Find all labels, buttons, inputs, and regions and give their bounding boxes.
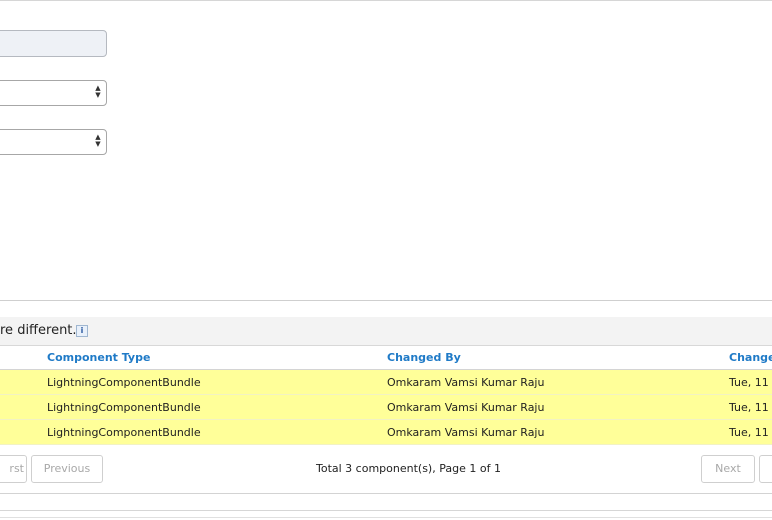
bottom-divider [0, 517, 772, 518]
grid-header: Component Type Changed By Change [0, 346, 772, 370]
cell-changed-by: Omkaram Vamsi Kumar Raju [387, 376, 545, 389]
column-header-changed-on[interactable]: Change [729, 351, 772, 364]
cell-changed-by: Omkaram Vamsi Kumar Raju [387, 401, 545, 414]
previous-page-button[interactable]: Previous [31, 455, 103, 483]
cell-changed-on: Tue, 11 A [729, 426, 772, 439]
first-page-button[interactable]: rst [0, 455, 27, 483]
cell-changed-on: Tue, 11 A [729, 401, 772, 414]
select-field-1[interactable]: ▲ ▼ [0, 80, 107, 106]
cell-changed-on: Tue, 11 A [729, 376, 772, 389]
bottom-divider [0, 510, 772, 511]
cell-changed-by: Omkaram Vamsi Kumar Raju [387, 426, 545, 439]
section-divider [0, 300, 772, 301]
spinner-arrows-icon[interactable]: ▲ ▼ [94, 134, 102, 148]
cell-component-type: LightningComponentBundle [47, 401, 201, 414]
spinner-arrows-icon[interactable]: ▲ ▼ [94, 85, 102, 99]
info-icon[interactable]: i [76, 325, 88, 337]
column-header-component-type[interactable]: Component Type [47, 351, 150, 364]
last-page-button[interactable] [759, 455, 772, 483]
readonly-field [0, 30, 107, 57]
top-divider [0, 0, 772, 1]
cell-component-type: LightningComponentBundle [47, 426, 201, 439]
table-row[interactable]: LightningComponentBundle Omkaram Vamsi K… [0, 370, 772, 395]
select-field-2[interactable]: ▲ ▼ [0, 129, 107, 155]
table-row[interactable]: LightningComponentBundle Omkaram Vamsi K… [0, 420, 772, 445]
pager-info: Total 3 component(s), Page 1 of 1 [316, 462, 501, 475]
summary-text: re different. [0, 323, 77, 338]
page: ▲ ▼ ▲ ▼ re different. i Component Type Cha… [0, 0, 772, 520]
bottom-divider [0, 493, 772, 494]
summary-bar: re different. i [0, 317, 772, 346]
cell-component-type: LightningComponentBundle [47, 376, 201, 389]
column-header-changed-by[interactable]: Changed By [387, 351, 461, 364]
table-row[interactable]: LightningComponentBundle Omkaram Vamsi K… [0, 395, 772, 420]
next-page-button[interactable]: Next [701, 455, 755, 483]
